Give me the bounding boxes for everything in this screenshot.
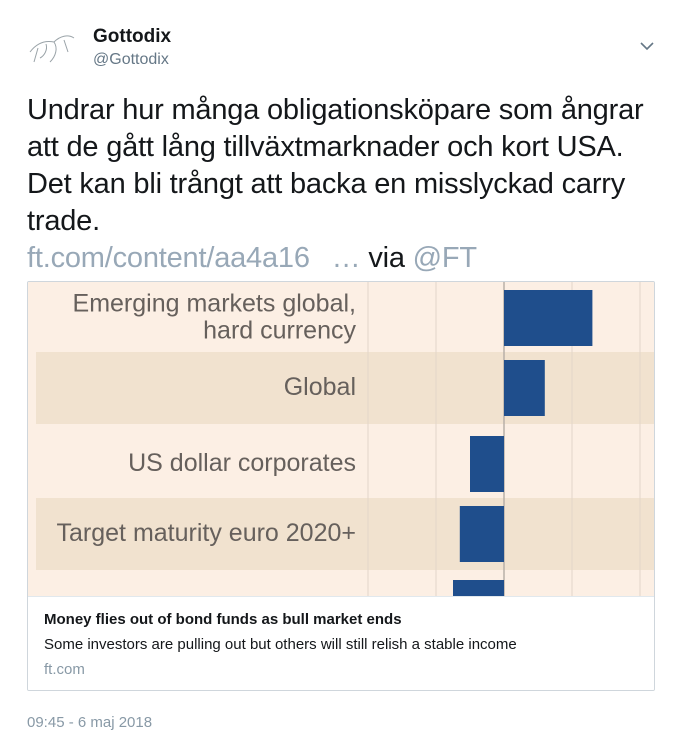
chevron-down-icon[interactable] bbox=[636, 37, 658, 55]
chart-bar bbox=[470, 436, 504, 492]
tweet-link-ellipsis: … bbox=[331, 242, 361, 274]
card-chart-image: Emerging markets global, hard currency Glo… bbox=[28, 282, 654, 596]
author-handle[interactable]: @Gottodix bbox=[93, 51, 169, 69]
chart-category-label: Emerging markets global, bbox=[73, 290, 356, 318]
avatar[interactable] bbox=[24, 22, 80, 78]
mention-link[interactable]: @FT bbox=[413, 242, 477, 274]
author-name[interactable]: Gottodix bbox=[93, 26, 171, 48]
card-title: Money flies out of bond funds as bull ma… bbox=[44, 611, 402, 628]
card-description: Some investors are pulling out but other… bbox=[44, 636, 517, 653]
chart-bar bbox=[459, 506, 504, 562]
chart-category-label: hard currency bbox=[203, 317, 356, 345]
profile-sketch-icon bbox=[29, 35, 75, 63]
via-label: via bbox=[368, 242, 405, 274]
tweet-body: Undrar hur många obligationsköpare som å… bbox=[27, 94, 644, 237]
tweet-link[interactable]: ft.com/content/aa4a16 bbox=[27, 242, 310, 274]
chart-category-label: Target maturity euro 2020+ bbox=[57, 519, 356, 547]
card-domain: ft.com bbox=[44, 661, 85, 678]
chart-category-label: Global bbox=[284, 373, 356, 401]
chart-bar bbox=[504, 290, 593, 346]
chart-category-label: US dollar corporates bbox=[128, 449, 356, 477]
chart-bar bbox=[453, 580, 504, 596]
timestamp[interactable]: 09:45 - 6 maj 2018 bbox=[27, 714, 152, 731]
tweet-text: Undrar hur många obligationsköpare som å… bbox=[27, 92, 667, 277]
card-body: Money flies out of bond funds as bull ma… bbox=[28, 596, 654, 690]
chart-bar bbox=[504, 360, 545, 416]
link-card[interactable]: Emerging markets global, hard currency Glo… bbox=[27, 281, 655, 691]
bar-chart: Emerging markets global,hard currency Glo… bbox=[36, 282, 654, 596]
